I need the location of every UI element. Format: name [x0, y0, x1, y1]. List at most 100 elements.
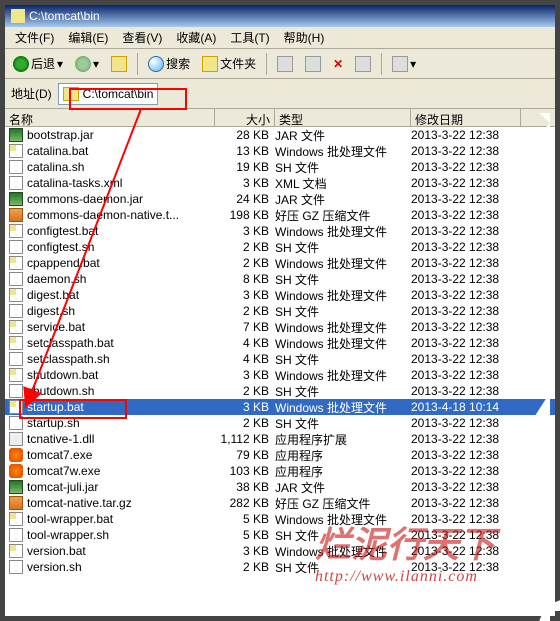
folder-icon — [63, 87, 79, 101]
col-type[interactable]: 类型 — [275, 109, 411, 126]
titlebar[interactable]: C:\tomcat\bin — [5, 5, 555, 27]
file-row[interactable]: tomcat7.exe79 KB应用程序2013-3-22 12:38 — [5, 447, 555, 463]
file-date: 2013-3-22 12:38 — [411, 320, 521, 334]
file-size: 4 KB — [215, 336, 275, 350]
menubar: 文件(F) 编辑(E) 查看(V) 收藏(A) 工具(T) 帮助(H) — [5, 27, 555, 49]
file-date: 2013-3-22 12:38 — [411, 480, 521, 494]
file-icon — [9, 336, 23, 350]
file-row[interactable]: startup.bat3 KBWindows 批处理文件2013-4-18 10… — [5, 399, 555, 415]
file-name: commons-daemon-native.t... — [27, 208, 179, 222]
file-row[interactable]: setclasspath.sh4 KBSH 文件2013-3-22 12:38 — [5, 351, 555, 367]
file-row[interactable]: cpappend.bat2 KBWindows 批处理文件2013-3-22 1… — [5, 255, 555, 271]
forward-button[interactable]: ▾ — [71, 54, 103, 74]
menu-view[interactable]: 查看(V) — [116, 27, 168, 48]
file-row[interactable]: shutdown.bat3 KBWindows 批处理文件2013-3-22 1… — [5, 367, 555, 383]
file-type: SH 文件 — [275, 383, 411, 400]
file-type: SH 文件 — [275, 559, 411, 576]
address-input[interactable]: C:\tomcat\bin — [58, 83, 159, 105]
file-row[interactable]: setclasspath.bat4 KBWindows 批处理文件2013-3-… — [5, 335, 555, 351]
tb-button[interactable] — [351, 54, 375, 74]
file-name: version.bat — [27, 544, 86, 558]
menu-tools[interactable]: 工具(T) — [224, 27, 275, 48]
file-row[interactable]: tomcat7w.exe103 KB应用程序2013-3-22 12:38 — [5, 463, 555, 479]
file-row[interactable]: commons-daemon-native.t...198 KB好压 GZ 压缩… — [5, 207, 555, 223]
file-size: 103 KB — [215, 464, 275, 478]
file-size: 198 KB — [215, 208, 275, 222]
file-type: Windows 批处理文件 — [275, 543, 411, 560]
file-size: 24 KB — [215, 192, 275, 206]
file-date: 2013-3-22 12:38 — [411, 496, 521, 510]
folders-button[interactable]: 文件夹 — [198, 53, 260, 74]
views-button[interactable]: ▾ — [388, 54, 420, 74]
file-date: 2013-3-22 12:38 — [411, 192, 521, 206]
file-name: version.sh — [27, 560, 82, 574]
file-icon — [9, 400, 23, 414]
menu-file[interactable]: 文件(F) — [9, 27, 60, 48]
file-row[interactable]: tomcat-native.tar.gz282 KB好压 GZ 压缩文件2013… — [5, 495, 555, 511]
file-size: 2 KB — [215, 384, 275, 398]
file-list[interactable]: bootstrap.jar28 KBJAR 文件2013-3-22 12:38c… — [5, 127, 555, 575]
file-name: catalina-tasks.xml — [27, 176, 122, 190]
delete-button[interactable]: ✕ — [329, 55, 347, 73]
file-name: digest.sh — [27, 304, 75, 318]
file-name: startup.sh — [27, 416, 80, 430]
menu-edit[interactable]: 编辑(E) — [62, 27, 114, 48]
file-row[interactable]: catalina.sh19 KBSH 文件2013-3-22 12:38 — [5, 159, 555, 175]
file-type: Windows 批处理文件 — [275, 287, 411, 304]
file-icon — [9, 352, 23, 366]
file-row[interactable]: tool-wrapper.bat5 KBWindows 批处理文件2013-3-… — [5, 511, 555, 527]
file-date: 2013-3-22 12:38 — [411, 368, 521, 382]
menu-help[interactable]: 帮助(H) — [278, 27, 331, 48]
menu-favorites[interactable]: 收藏(A) — [170, 27, 222, 48]
file-row[interactable]: configtest.bat3 KBWindows 批处理文件2013-3-22… — [5, 223, 555, 239]
file-size: 7 KB — [215, 320, 275, 334]
tb-button[interactable] — [273, 54, 297, 74]
file-row[interactable]: catalina-tasks.xml3 KBXML 文档2013-3-22 12… — [5, 175, 555, 191]
file-type: SH 文件 — [275, 303, 411, 320]
file-row[interactable]: version.bat3 KBWindows 批处理文件2013-3-22 12… — [5, 543, 555, 559]
file-row[interactable]: digest.sh2 KBSH 文件2013-3-22 12:38 — [5, 303, 555, 319]
file-name: setclasspath.sh — [27, 352, 110, 366]
file-row[interactable]: catalina.bat13 KBWindows 批处理文件2013-3-22 … — [5, 143, 555, 159]
back-button[interactable]: 后退 ▾ — [9, 53, 67, 74]
file-row[interactable]: tomcat-juli.jar38 KBJAR 文件2013-3-22 12:3… — [5, 479, 555, 495]
undo-icon — [355, 56, 371, 72]
file-icon — [9, 464, 23, 478]
file-type: SH 文件 — [275, 527, 411, 544]
col-size[interactable]: 大小 — [215, 109, 275, 126]
file-icon — [9, 544, 23, 558]
up-icon — [111, 56, 127, 72]
file-type: 应用程序扩展 — [275, 431, 411, 448]
tb-button[interactable] — [301, 54, 325, 74]
file-name: configtest.sh — [27, 240, 94, 254]
file-row[interactable]: bootstrap.jar28 KBJAR 文件2013-3-22 12:38 — [5, 127, 555, 143]
col-date[interactable]: 修改日期 — [411, 109, 521, 126]
file-size: 282 KB — [215, 496, 275, 510]
file-type: Windows 批处理文件 — [275, 255, 411, 272]
file-size: 8 KB — [215, 272, 275, 286]
file-icon — [9, 512, 23, 526]
file-date: 2013-3-22 12:38 — [411, 448, 521, 462]
file-size: 79 KB — [215, 448, 275, 462]
file-row[interactable]: digest.bat3 KBWindows 批处理文件2013-3-22 12:… — [5, 287, 555, 303]
file-row[interactable]: startup.sh2 KBSH 文件2013-3-22 12:38 — [5, 415, 555, 431]
file-row[interactable]: commons-daemon.jar24 KBJAR 文件2013-3-22 1… — [5, 191, 555, 207]
up-button[interactable] — [107, 54, 131, 74]
search-button[interactable]: 搜索 — [144, 53, 194, 74]
file-row[interactable]: version.sh2 KBSH 文件2013-3-22 12:38 — [5, 559, 555, 575]
file-row[interactable]: tcnative-1.dll1,112 KB应用程序扩展2013-3-22 12… — [5, 431, 555, 447]
views-icon — [392, 56, 408, 72]
torn-edge-bottom — [10, 593, 560, 611]
address-path: C:\tomcat\bin — [83, 87, 154, 101]
file-size: 3 KB — [215, 400, 275, 414]
file-size: 3 KB — [215, 224, 275, 238]
file-row[interactable]: daemon.sh8 KBSH 文件2013-3-22 12:38 — [5, 271, 555, 287]
forward-icon — [75, 56, 91, 72]
col-name[interactable]: 名称 — [5, 109, 215, 126]
file-row[interactable]: tool-wrapper.sh5 KBSH 文件2013-3-22 12:38 — [5, 527, 555, 543]
file-row[interactable]: configtest.sh2 KBSH 文件2013-3-22 12:38 — [5, 239, 555, 255]
addressbar: 地址(D) C:\tomcat\bin — [5, 79, 555, 109]
file-row[interactable]: service.bat7 KBWindows 批处理文件2013-3-22 12… — [5, 319, 555, 335]
file-type: Windows 批处理文件 — [275, 143, 411, 160]
file-row[interactable]: shutdown.sh2 KBSH 文件2013-3-22 12:38 — [5, 383, 555, 399]
